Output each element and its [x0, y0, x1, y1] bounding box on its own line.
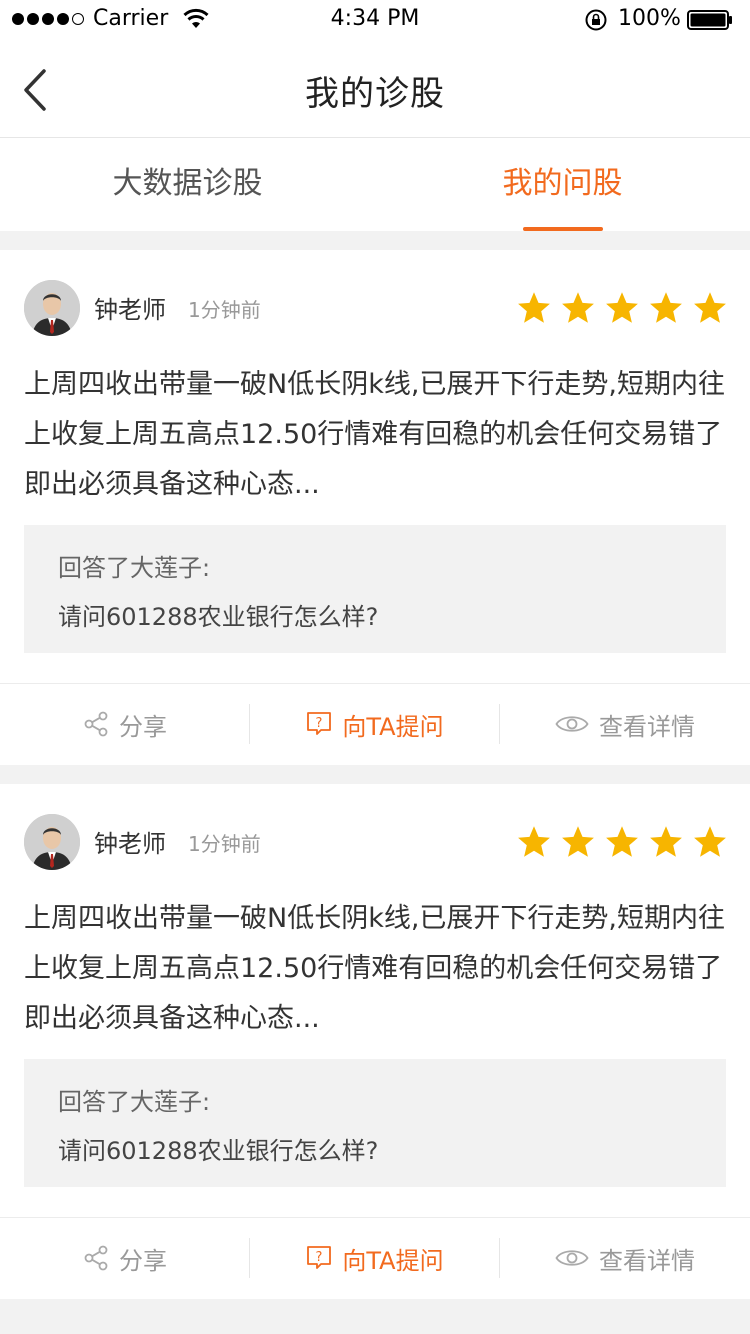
avatar[interactable] [24, 814, 80, 870]
star-icon [694, 292, 726, 323]
ask-label: 向TA提问 [342, 1246, 444, 1275]
question-text: 请问601288农业银行怎么样? [58, 1137, 379, 1165]
star-icon [606, 292, 638, 323]
diagnosis-card: 钟老师 1分钟前 上周四收出带量一破N低长阴k线,已展开下行走势,短期内往上收复… [0, 784, 750, 1299]
view-details-button[interactable]: 查看详情 [500, 1218, 750, 1298]
card-actions: 分享 ? 向TA提问 查看详情 [0, 683, 750, 765]
star-icon [562, 292, 594, 323]
star-icon [518, 292, 550, 323]
tab-big-data-diagnosis[interactable]: 大数据诊股 [0, 138, 375, 231]
status-bar: Carrier 4:34 PM 100% [0, 0, 750, 40]
ask-label: 向TA提问 [342, 712, 444, 741]
question-quote[interactable]: 回答了大莲子: 请问601288农业银行怎么样? [24, 525, 726, 653]
eye-icon [555, 713, 589, 735]
navigation-bar: 我的诊股 [0, 40, 750, 138]
reply-label: 回答了大莲子: [58, 1088, 211, 1116]
reply-label: 回答了大莲子: [58, 554, 211, 582]
ask-question-button[interactable]: ? 向TA提问 [250, 684, 500, 764]
rating-stars [516, 824, 728, 860]
eye-icon [555, 1247, 589, 1269]
detail-label: 查看详情 [599, 1246, 695, 1275]
share-icon [83, 1245, 109, 1271]
diagnosis-content[interactable]: 上周四收出带量一破N低长阴k线,已展开下行走势,短期内往上收复上周五高点12.5… [24, 894, 726, 1044]
svg-text:?: ? [316, 716, 323, 731]
svg-text:?: ? [316, 1250, 323, 1265]
question-quote[interactable]: 回答了大莲子: 请问601288农业银行怎么样? [24, 1059, 726, 1187]
avatar[interactable] [24, 280, 80, 336]
share-icon [83, 711, 109, 737]
card-actions: 分享 ? 向TA提问 查看详情 [0, 1217, 750, 1299]
post-time: 1分钟前 [188, 832, 261, 856]
star-icon [562, 826, 594, 857]
active-tab-indicator [523, 227, 603, 231]
diagnosis-content[interactable]: 上周四收出带量一破N低长阴k线,已展开下行走势,短期内往上收复上周五高点12.5… [24, 360, 726, 510]
tab-my-questions[interactable]: 我的问股 [375, 138, 750, 231]
battery-percent: 100% [618, 6, 681, 31]
star-icon [694, 826, 726, 857]
share-button[interactable]: 分享 [0, 1218, 250, 1298]
author-name[interactable]: 钟老师 [94, 824, 166, 859]
question-bubble-icon: ? [306, 711, 332, 737]
star-icon [650, 292, 682, 323]
star-icon [518, 826, 550, 857]
battery-icon [687, 10, 733, 30]
author-name[interactable]: 钟老师 [94, 290, 166, 325]
tab-bar: 大数据诊股 我的问股 [0, 138, 750, 231]
ask-question-button[interactable]: ? 向TA提问 [250, 1218, 500, 1298]
view-details-button[interactable]: 查看详情 [500, 684, 750, 764]
rating-stars [516, 290, 728, 326]
rotation-lock-icon [584, 8, 608, 36]
question-bubble-icon: ? [306, 1245, 332, 1271]
page-title: 我的诊股 [305, 74, 445, 114]
post-time: 1分钟前 [188, 298, 261, 322]
star-icon [606, 826, 638, 857]
star-icon [650, 826, 682, 857]
share-label: 分享 [119, 712, 167, 741]
detail-label: 查看详情 [599, 712, 695, 741]
diagnosis-card: 钟老师 1分钟前 上周四收出带量一破N低长阴k线,已展开下行走势,短期内往上收复… [0, 250, 750, 765]
share-label: 分享 [119, 1246, 167, 1275]
share-button[interactable]: 分享 [0, 684, 250, 764]
question-text: 请问601288农业银行怎么样? [58, 603, 379, 631]
